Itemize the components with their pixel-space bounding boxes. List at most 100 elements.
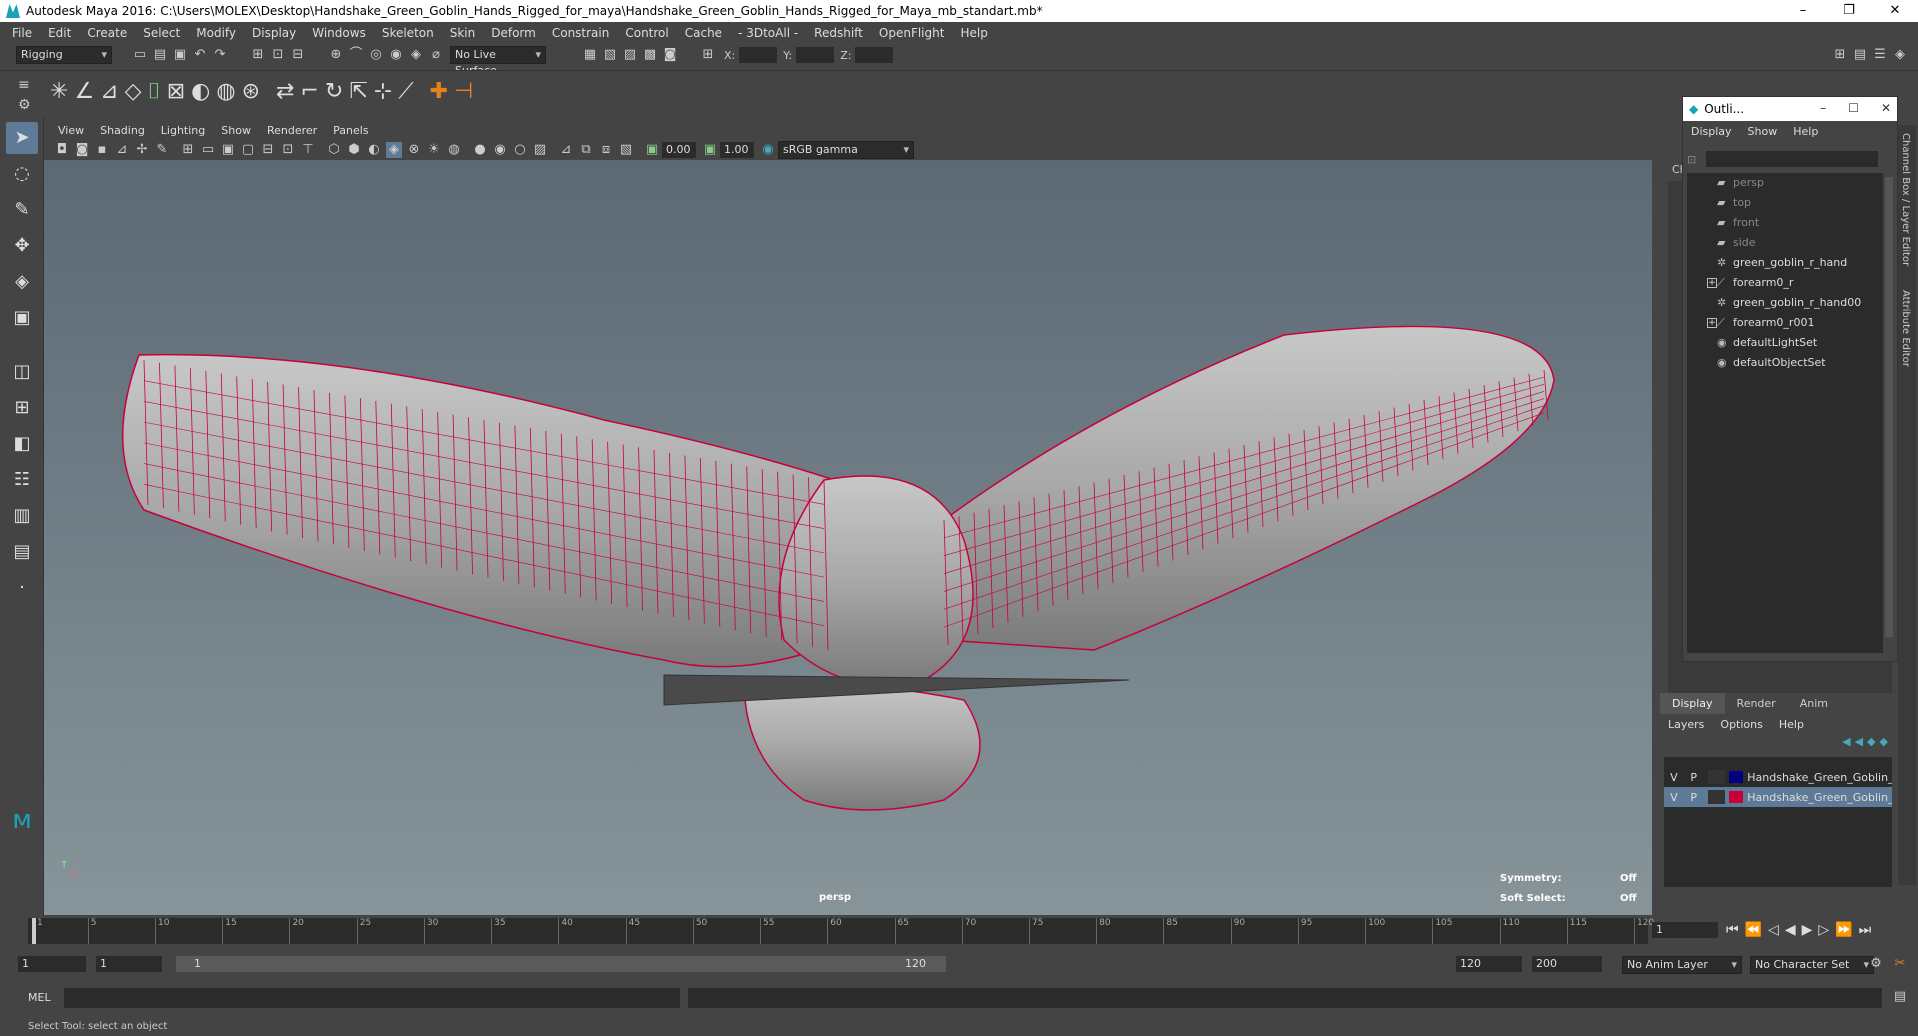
ambient-occlusion-icon[interactable]: ◍: [446, 142, 462, 158]
time-slider[interactable]: 1 5 10 15 20 25 30 35 40 45 50 55 60 65 70 75 80 85 90 95 10…: [0, 916, 1918, 946]
outliner-item[interactable]: + ⟋ forearm0_r001: [1687, 313, 1883, 333]
left-forearm-mesh[interactable]: [121, 353, 845, 668]
snap-curve-icon[interactable]: ⌒: [348, 47, 364, 63]
redo-icon[interactable]: ↷: [212, 47, 228, 63]
anti-alias-icon[interactable]: ▨: [532, 142, 548, 158]
paint-select-icon[interactable]: ✎: [6, 194, 38, 226]
layer-menu-2[interactable]: Help: [1771, 718, 1812, 731]
outliner-layout-icon[interactable]: ☷: [6, 464, 38, 496]
outliner-item[interactable]: + ⟋ forearm0_r: [1687, 273, 1883, 293]
menu-15[interactable]: OpenFlight: [871, 26, 953, 40]
scale-constraint-icon[interactable]: ⇱: [349, 79, 367, 104]
outliner-menu-0[interactable]: Display: [1683, 125, 1740, 138]
menu-14[interactable]: Redshift: [806, 26, 871, 40]
gate-mask-icon[interactable]: ▢: [240, 142, 256, 158]
camera-attributes-icon[interactable]: ◙: [74, 142, 90, 158]
snap-view-icon[interactable]: ◉: [388, 47, 404, 63]
pole-vector-icon[interactable]: ⟋: [398, 79, 413, 104]
layer-tab-2[interactable]: Anim: [1788, 693, 1840, 714]
create-joints-icon[interactable]: ✳: [50, 79, 68, 104]
parent-constraint-icon[interactable]: ⇄: [276, 79, 294, 104]
layer-menu-0[interactable]: Layers: [1660, 718, 1712, 731]
step-back-frame-icon[interactable]: ◁: [1768, 922, 1779, 938]
modeling-toolkit-icon[interactable]: ⊞: [1832, 47, 1848, 63]
motion-blur-icon[interactable]: ○: [512, 142, 528, 158]
save-scene-icon[interactable]: ▣: [172, 47, 188, 63]
bind-skin-icon[interactable]: ⌷: [148, 79, 161, 104]
playback-start-field[interactable]: 1: [96, 956, 162, 972]
shadows-icon[interactable]: ☀: [426, 142, 442, 158]
layer-visibility-toggle[interactable]: V: [1664, 791, 1684, 804]
snap-live-icon[interactable]: ⌀: [428, 47, 444, 63]
outliner-maximize-button[interactable]: ☐: [1848, 101, 1859, 115]
use-lights-icon[interactable]: ◉: [492, 142, 508, 158]
locator-icon[interactable]: ✚: [430, 79, 448, 104]
character-set-dropdown[interactable]: No Character Set: [1750, 956, 1874, 974]
layer-tab-0[interactable]: Display: [1660, 693, 1725, 714]
maximize-button[interactable]: ❐: [1826, 0, 1872, 22]
fingers-mesh[interactable]: [743, 679, 981, 811]
step-forward-frame-icon[interactable]: ▷: [1818, 922, 1829, 938]
image-plane-icon[interactable]: ⊿: [114, 142, 130, 158]
move-tool-icon[interactable]: ✥: [6, 230, 38, 262]
range-bar[interactable]: 1 120: [176, 956, 946, 972]
menu-16[interactable]: Help: [952, 26, 995, 40]
menu-1[interactable]: Edit: [40, 26, 79, 40]
layer-color-swatch[interactable]: [1729, 771, 1744, 783]
open-scene-icon[interactable]: ▤: [152, 47, 168, 63]
viewport-menu-5[interactable]: Panels: [325, 124, 376, 137]
select-object-icon[interactable]: ⊡: [270, 47, 286, 63]
mel-label[interactable]: MEL: [28, 991, 51, 1004]
menu-10[interactable]: Constrain: [544, 26, 618, 40]
gamma-field[interactable]: 1.00: [720, 142, 754, 158]
menu-0[interactable]: File: [4, 26, 40, 40]
layer-playback-toggle[interactable]: P: [1684, 791, 1704, 804]
layer-visibility-toggle[interactable]: V: [1664, 771, 1684, 784]
resolution-gate-icon[interactable]: ▣: [220, 142, 236, 158]
attribute-editor-side-tab[interactable]: Attribute Editor: [1900, 290, 1911, 367]
play-forward-icon[interactable]: ▶: [1802, 922, 1813, 938]
outliner-item[interactable]: ✲ green_goblin_r_hand: [1687, 253, 1883, 273]
maya-home-icon[interactable]: ᴍ: [6, 804, 38, 836]
menu-3[interactable]: Select: [135, 26, 188, 40]
outliner-menu-2[interactable]: Help: [1785, 125, 1826, 138]
ik-handle-icon[interactable]: ∠: [74, 79, 94, 104]
select-component-icon[interactable]: ⊟: [290, 47, 306, 63]
layer-row[interactable]: V P Handshake_Green_Goblin_: [1664, 767, 1892, 787]
ipr-render-icon[interactable]: ▨: [622, 47, 638, 63]
layer-type-toggle[interactable]: [1707, 790, 1726, 804]
shelf-settings-icon[interactable]: ⚙: [18, 97, 31, 113]
outliner-search-input[interactable]: [1706, 151, 1879, 167]
move-layer-down-icon[interactable]: ◆: [1880, 735, 1888, 748]
ik-fk-switch-icon[interactable]: ⊣: [454, 79, 473, 104]
menu-2[interactable]: Create: [79, 26, 135, 40]
isolate-select-icon[interactable]: ⊿: [558, 142, 574, 158]
colorspace-dropdown[interactable]: sRGB gamma: [778, 141, 914, 159]
start-time-field[interactable]: 1: [18, 956, 86, 972]
current-frame-field[interactable]: 1: [1652, 922, 1718, 938]
wireframe-icon[interactable]: ⬡: [326, 142, 342, 158]
film-gate-icon[interactable]: ▭: [200, 142, 216, 158]
gamma-icon[interactable]: ▣: [702, 142, 718, 158]
viewport-menu-4[interactable]: Renderer: [259, 124, 325, 137]
xray-joints-icon[interactable]: ⧉: [578, 142, 594, 158]
grease-pencil-icon[interactable]: ✎: [154, 142, 170, 158]
menu-12[interactable]: Cache: [677, 26, 730, 40]
anim-layer-dropdown[interactable]: No Anim Layer: [1622, 956, 1742, 974]
menu-6[interactable]: Windows: [304, 26, 374, 40]
paint-weights-icon[interactable]: ⊠: [167, 79, 185, 104]
safe-title-icon[interactable]: ⊤: [300, 142, 316, 158]
lattice-icon[interactable]: ◐: [191, 79, 210, 104]
layer-color-swatch[interactable]: [1729, 791, 1744, 803]
snap-surface-icon[interactable]: ◈: [408, 47, 424, 63]
point-constraint-icon[interactable]: ⌐: [300, 79, 318, 104]
menu-8[interactable]: Skin: [442, 26, 484, 40]
safe-action-icon[interactable]: ⊡: [280, 142, 296, 158]
menu-9[interactable]: Deform: [483, 26, 544, 40]
live-surface-field[interactable]: No Live Surface: [450, 46, 546, 77]
backface-icon[interactable]: ▧: [618, 142, 634, 158]
auto-key-icon[interactable]: ✂: [1892, 956, 1908, 972]
menu-13[interactable]: - 3DtoAll -: [730, 26, 806, 40]
z-field[interactable]: [855, 47, 894, 63]
outliner-close-button[interactable]: ✕: [1881, 101, 1891, 115]
